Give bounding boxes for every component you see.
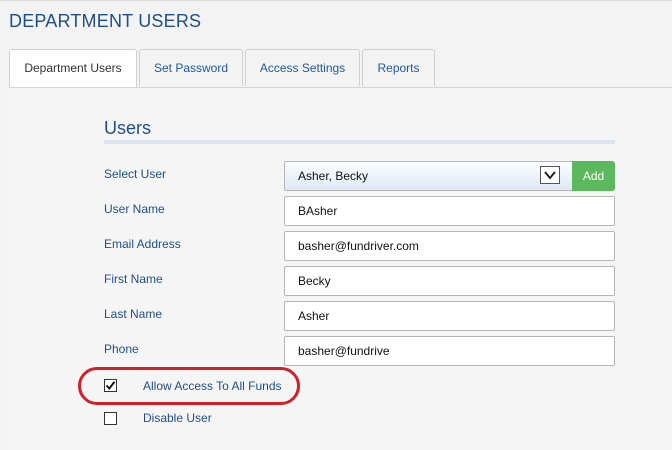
- user-name-field[interactable]: [284, 196, 615, 226]
- section-title: Users: [104, 118, 152, 138]
- chevron-down-icon[interactable]: [540, 166, 560, 184]
- tab-set-password[interactable]: Set Password: [139, 49, 243, 86]
- allow-all-funds-checkbox[interactable]: [104, 379, 117, 392]
- user-name-label: User Name: [104, 202, 165, 216]
- disable-user-label[interactable]: Disable User: [143, 411, 212, 425]
- last-name-field[interactable]: [284, 301, 615, 331]
- tab-access-settings[interactable]: Access Settings: [245, 49, 360, 86]
- phone-label: Phone: [104, 342, 139, 356]
- tab-reports[interactable]: Reports: [362, 49, 435, 86]
- first-name-field[interactable]: [284, 266, 615, 296]
- tab-department-users[interactable]: Department Users: [9, 49, 137, 88]
- disable-user-checkbox[interactable]: [104, 412, 117, 425]
- first-name-label: First Name: [104, 272, 163, 286]
- allow-all-funds-label[interactable]: Allow Access To All Funds: [143, 379, 282, 393]
- top-border: [0, 0, 672, 1]
- email-label: Email Address: [104, 237, 181, 251]
- section-divider: [104, 140, 615, 144]
- phone-field[interactable]: [284, 336, 615, 366]
- select-user-label: Select User: [104, 167, 167, 181]
- page-title: DEPARTMENT USERS: [9, 11, 202, 31]
- checkmark-icon: [105, 381, 116, 391]
- user-select[interactable]: Asher, Becky: [284, 161, 572, 191]
- email-field[interactable]: [284, 231, 615, 261]
- last-name-label: Last Name: [104, 307, 163, 321]
- add-button[interactable]: Add: [572, 161, 615, 191]
